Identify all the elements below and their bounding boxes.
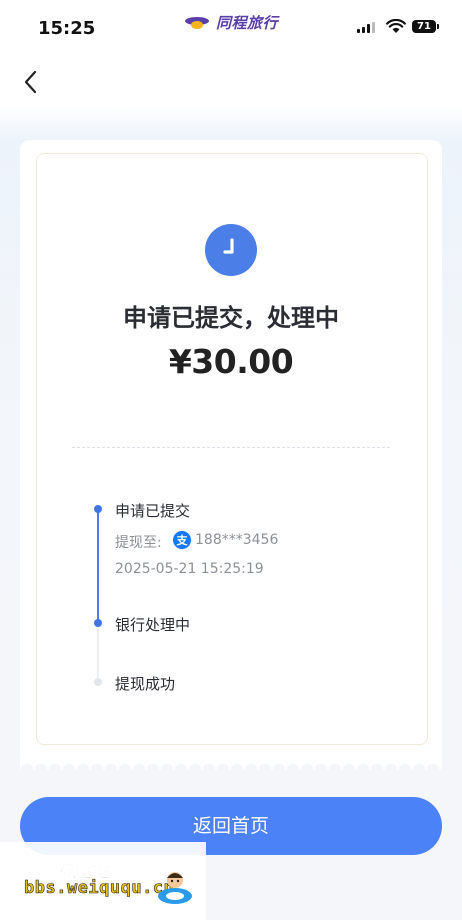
card-scalloped-edge	[20, 756, 442, 770]
withdraw-account: 188***3456	[195, 532, 279, 548]
dashed-divider	[72, 447, 390, 448]
timeline-dot-done	[94, 505, 102, 513]
timeline-step-processing: 银行处理中	[115, 616, 191, 634]
withdraw-to-label: 提现至:	[115, 535, 162, 551]
battery-icon: 71	[412, 20, 439, 33]
timeline-line-pending	[97, 624, 99, 682]
timeline-dot-pending	[94, 678, 102, 686]
status-time: 15:25	[38, 18, 96, 39]
submit-timestamp: 2025-05-21 15:25:19	[115, 561, 264, 577]
mascot-icon	[158, 872, 192, 904]
status-title: 申请已提交，处理中	[123, 304, 339, 332]
svg-text:支: 支	[176, 533, 189, 547]
status-bar: 15:25 同程旅行 71	[0, 0, 462, 58]
brand-name: 同程旅行	[216, 14, 279, 32]
nav-bar	[0, 58, 462, 106]
wifi-icon	[386, 19, 406, 33]
timeline-dot-active	[94, 619, 102, 627]
brand: 同程旅行	[184, 12, 278, 33]
timeline-line-active	[97, 509, 99, 623]
alipay-icon: 支	[173, 531, 191, 549]
withdraw-amount: ¥30.00	[168, 342, 294, 381]
clock-icon	[205, 224, 257, 276]
brand-logo-icon	[185, 16, 209, 29]
back-button[interactable]	[18, 66, 48, 98]
chevron-left-icon	[24, 70, 37, 94]
cellular-signal-icon	[357, 22, 375, 33]
watermark-url: bbs.weiququ.cn	[24, 878, 175, 899]
timeline-step-success: 提现成功	[115, 675, 176, 693]
timeline-step-submitted: 申请已提交	[115, 502, 191, 520]
